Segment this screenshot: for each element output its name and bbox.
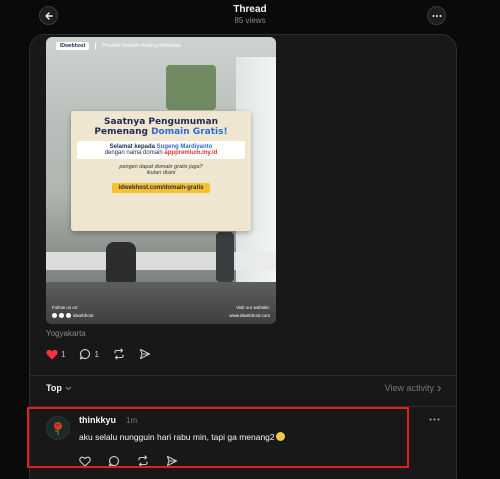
office-chair-2 [216, 232, 234, 282]
post-actions: 1 1 [46, 348, 151, 360]
office-plant [166, 65, 216, 110]
card-question-2: ikutan disini [146, 170, 176, 176]
winner-domain: apppremium.my.id [164, 150, 218, 156]
headline-accent: Domain Gratis! [151, 127, 228, 137]
announcement-card: Saatnya Pengumuman Pemenang Domain Grati… [71, 111, 251, 231]
thread-panel: IDwebhost Provider Domain Hosting Indone… [29, 34, 457, 479]
footer-handle: idwebhost [73, 313, 94, 318]
heart-icon[interactable] [79, 456, 91, 467]
repost-icon [114, 348, 124, 360]
view-count: 85 views [234, 16, 266, 25]
rose-icon [54, 422, 62, 435]
announcement-headline-2: Pemenang Domain Gratis! [71, 127, 251, 137]
comment-icon[interactable] [108, 455, 120, 467]
office-desk [46, 252, 276, 270]
ellipsis-icon [432, 14, 441, 17]
image-footer: Follow us on: Visit our website: idwebho… [46, 299, 276, 324]
view-activity-link[interactable]: View activity [385, 383, 442, 393]
avatar[interactable] [46, 416, 70, 440]
comment-body: aku selalu nungguin hari rabu min, tapi … [79, 432, 275, 442]
comment-icon [80, 349, 91, 360]
like-button[interactable]: 1 [46, 349, 65, 360]
chevron-right-icon [437, 385, 442, 391]
view-activity-label: View activity [384, 383, 434, 393]
more-options-button[interactable] [427, 6, 446, 25]
comment-timestamp: 1m [126, 416, 138, 425]
comment-text: aku selalu nungguin hari rabu min, tapi … [79, 432, 285, 442]
page-title: Thread [233, 4, 267, 15]
post-image[interactable]: IDwebhost Provider Domain Hosting Indone… [46, 37, 276, 324]
brand-logo: IDwebhost [56, 42, 90, 50]
repost-icon[interactable] [137, 455, 149, 467]
social-icons: idwebhost [52, 313, 93, 318]
sad-face-emoji-icon [275, 432, 285, 441]
send-icon [139, 348, 150, 360]
comment-item: thinkkyu 1m aku selalu nungguin hari rab… [46, 415, 442, 479]
sort-row: Top View activity [46, 383, 442, 393]
image-header: IDwebhost Provider Domain Hosting Indone… [46, 37, 276, 55]
share-button[interactable] [139, 348, 151, 360]
comment-actions [79, 455, 178, 467]
repost-button[interactable] [113, 348, 125, 360]
chevron-down-icon [65, 386, 72, 390]
sort-label: Top [46, 383, 62, 393]
x-icon [66, 313, 71, 318]
brand-tagline: Provider Domain Hosting Indonesia [95, 43, 181, 49]
winner-domain-line: dengan nama domain apppremium.my.id [79, 150, 243, 156]
footer-follow-label: Follow us on: [52, 305, 79, 310]
like-count: 1 [61, 349, 66, 359]
winner-domain-prefix: dengan nama domain [104, 150, 165, 156]
top-bar: Thread 85 views [0, 0, 500, 32]
office-chair [106, 242, 136, 282]
footer-row-2: idwebhost www.idwebhost.com [52, 313, 270, 318]
ellipsis-icon [429, 418, 439, 420]
facebook-icon [52, 313, 57, 318]
footer-site: www.idwebhost.com [229, 313, 270, 318]
thread-title-block: Thread 85 views [0, 4, 500, 25]
reply-button[interactable]: 1 [79, 348, 99, 360]
footer-row: Follow us on: Visit our website: [52, 305, 270, 310]
cta-url-badge: idwebhost.com/domain-gratis [112, 183, 210, 193]
comment-username[interactable]: thinkkyu [79, 415, 116, 425]
divider-2 [30, 406, 456, 407]
winner-box: Selamat kepada Sugeng Mardiyanto dengan … [77, 141, 245, 159]
post-location[interactable]: Yogyakarta [46, 329, 86, 338]
divider [30, 375, 456, 376]
comment-more-button[interactable] [426, 413, 442, 425]
reply-count: 1 [94, 349, 99, 359]
send-icon[interactable] [166, 455, 178, 467]
footer-site-label: Visit our website: [236, 305, 270, 310]
headline-prefix: Pemenang [94, 127, 152, 137]
sort-dropdown[interactable]: Top [46, 383, 72, 393]
heart-filled-icon [46, 349, 58, 359]
announcement-headline-1: Saatnya Pengumuman [103, 117, 218, 127]
instagram-icon [59, 313, 64, 318]
